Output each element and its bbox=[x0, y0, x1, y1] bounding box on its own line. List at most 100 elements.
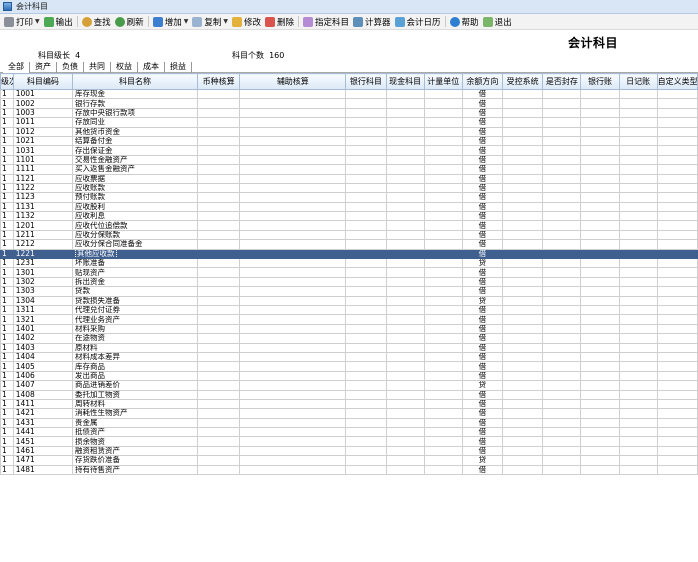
level-cell[interactable]: 1 bbox=[0, 258, 14, 269]
empty-cell[interactable] bbox=[345, 98, 387, 109]
code-cell[interactable]: 1211 bbox=[12, 229, 74, 241]
empty-cell[interactable] bbox=[345, 427, 387, 438]
empty-cell[interactable] bbox=[385, 380, 425, 391]
table-row[interactable]: 1 1451 损余物资 借 bbox=[0, 436, 698, 447]
empty-cell[interactable] bbox=[618, 107, 658, 119]
empty-cell[interactable] bbox=[580, 164, 620, 175]
name-cell[interactable]: 材料成本差异 bbox=[72, 351, 198, 363]
level-cell[interactable]: 1 bbox=[0, 239, 14, 250]
empty-cell[interactable] bbox=[656, 314, 698, 325]
export-button[interactable]: 输出 bbox=[42, 15, 75, 29]
empty-cell[interactable] bbox=[618, 154, 658, 166]
empty-cell[interactable] bbox=[423, 107, 463, 119]
direction-cell[interactable]: 借 bbox=[461, 229, 504, 241]
empty-cell[interactable] bbox=[345, 276, 387, 288]
empty-cell[interactable] bbox=[385, 126, 425, 137]
name-cell[interactable]: 发出商品 bbox=[72, 370, 198, 382]
level-cell[interactable]: 1 bbox=[0, 380, 14, 391]
empty-cell[interactable] bbox=[542, 427, 582, 438]
empty-cell[interactable] bbox=[618, 389, 658, 400]
empty-cell[interactable] bbox=[196, 220, 241, 231]
empty-cell[interactable] bbox=[618, 380, 658, 391]
empty-cell[interactable] bbox=[618, 98, 658, 109]
empty-cell[interactable] bbox=[656, 389, 698, 400]
direction-cell[interactable]: 借 bbox=[461, 436, 504, 447]
table-row[interactable]: 1 1302 拆出资金 借 bbox=[0, 276, 698, 288]
name-cell[interactable]: 存放中央银行款项 bbox=[72, 107, 198, 119]
empty-cell[interactable] bbox=[656, 164, 698, 175]
empty-cell[interactable] bbox=[502, 370, 544, 382]
table-row[interactable]: 1 1471 存货跌价准备 贷 bbox=[0, 455, 698, 466]
name-cell[interactable]: 库存商品 bbox=[72, 361, 198, 372]
assign-button[interactable]: 指定科目 bbox=[301, 15, 351, 29]
empty-cell[interactable] bbox=[385, 98, 425, 109]
empty-cell[interactable] bbox=[580, 182, 620, 194]
empty-cell[interactable] bbox=[502, 154, 544, 166]
empty-cell[interactable] bbox=[196, 164, 241, 175]
empty-cell[interactable] bbox=[385, 314, 425, 325]
empty-cell[interactable] bbox=[656, 173, 698, 184]
empty-cell[interactable] bbox=[656, 398, 698, 410]
empty-cell[interactable] bbox=[580, 126, 620, 137]
name-cell[interactable]: 应收代位追偿款 bbox=[72, 220, 198, 231]
empty-cell[interactable] bbox=[239, 173, 347, 184]
empty-cell[interactable] bbox=[423, 304, 463, 316]
name-cell[interactable]: 应收票据 bbox=[72, 173, 198, 184]
empty-cell[interactable] bbox=[656, 135, 698, 147]
direction-cell[interactable]: 借 bbox=[461, 164, 504, 175]
name-cell[interactable]: 持有待售资产 bbox=[72, 464, 198, 476]
empty-cell[interactable] bbox=[618, 398, 658, 410]
level-cell[interactable]: 1 bbox=[0, 135, 14, 147]
empty-cell[interactable] bbox=[542, 220, 582, 231]
empty-cell[interactable] bbox=[580, 304, 620, 316]
empty-cell[interactable] bbox=[656, 192, 698, 203]
chevron-down-icon[interactable]: ▼ bbox=[184, 18, 189, 25]
empty-cell[interactable] bbox=[656, 88, 698, 100]
table-row[interactable]: 1 1421 消耗性生物资产 借 bbox=[0, 408, 698, 419]
empty-cell[interactable] bbox=[423, 314, 463, 325]
name-cell[interactable]: 其他应收款 bbox=[72, 248, 198, 260]
empty-cell[interactable] bbox=[423, 380, 463, 391]
empty-cell[interactable] bbox=[196, 351, 241, 363]
empty-cell[interactable] bbox=[196, 436, 241, 447]
code-cell[interactable]: 1212 bbox=[12, 239, 74, 250]
empty-cell[interactable] bbox=[239, 267, 347, 278]
empty-cell[interactable] bbox=[580, 361, 620, 372]
empty-cell[interactable] bbox=[502, 323, 544, 335]
table-row[interactable]: 1 1002 银行存款 借 bbox=[0, 98, 698, 109]
empty-cell[interactable] bbox=[239, 248, 347, 260]
empty-cell[interactable] bbox=[423, 427, 463, 438]
empty-cell[interactable] bbox=[239, 258, 347, 269]
empty-cell[interactable] bbox=[196, 323, 241, 335]
level-cell[interactable]: 1 bbox=[0, 201, 14, 213]
empty-cell[interactable] bbox=[196, 107, 241, 119]
table-row[interactable]: 1 1011 存放同业 借 bbox=[0, 117, 698, 128]
direction-cell[interactable]: 借 bbox=[461, 126, 504, 137]
empty-cell[interactable] bbox=[196, 455, 241, 466]
refresh-button[interactable]: 刷新 bbox=[113, 15, 146, 29]
empty-cell[interactable] bbox=[618, 333, 658, 344]
empty-cell[interactable] bbox=[345, 464, 387, 476]
empty-cell[interactable] bbox=[345, 436, 387, 447]
empty-cell[interactable] bbox=[656, 417, 698, 429]
table-row[interactable]: 1 1031 存出保证金 借 bbox=[0, 145, 698, 156]
empty-cell[interactable] bbox=[423, 154, 463, 166]
empty-cell[interactable] bbox=[385, 88, 425, 100]
empty-cell[interactable] bbox=[580, 380, 620, 391]
code-cell[interactable]: 1441 bbox=[12, 427, 74, 438]
code-cell[interactable]: 1431 bbox=[12, 417, 74, 429]
empty-cell[interactable] bbox=[618, 135, 658, 147]
direction-cell[interactable]: 借 bbox=[461, 323, 504, 335]
empty-cell[interactable] bbox=[423, 117, 463, 128]
code-cell[interactable]: 1403 bbox=[12, 342, 74, 353]
empty-cell[interactable] bbox=[618, 436, 658, 447]
empty-cell[interactable] bbox=[580, 154, 620, 166]
empty-cell[interactable] bbox=[542, 182, 582, 194]
empty-cell[interactable] bbox=[542, 229, 582, 241]
empty-cell[interactable] bbox=[345, 342, 387, 353]
level-cell[interactable]: 1 bbox=[0, 164, 14, 175]
direction-cell[interactable]: 借 bbox=[461, 267, 504, 278]
empty-cell[interactable] bbox=[618, 211, 658, 222]
empty-cell[interactable] bbox=[345, 267, 387, 278]
level-cell[interactable]: 1 bbox=[0, 417, 14, 429]
